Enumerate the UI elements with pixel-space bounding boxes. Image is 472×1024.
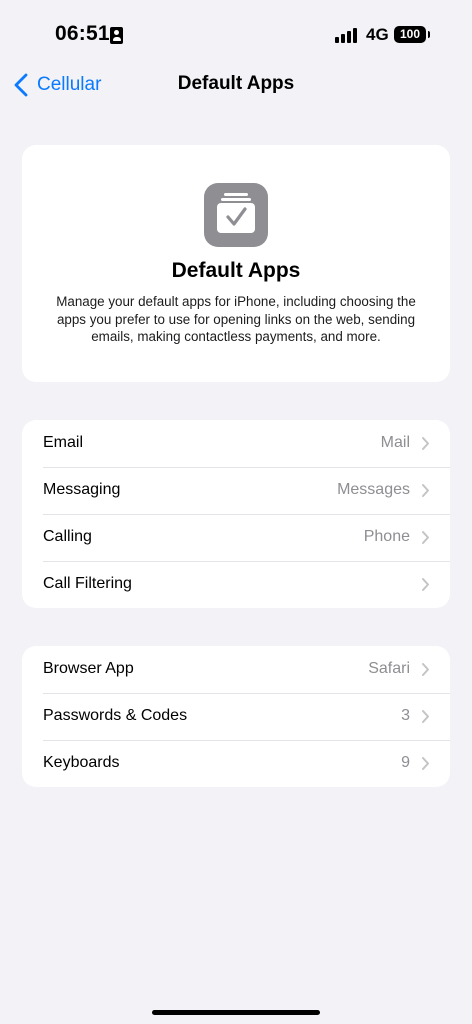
- row-label: Calling: [43, 528, 92, 545]
- communication-defaults-group: Email Mail Messaging Messages Calling Ph…: [22, 420, 450, 608]
- battery-icon: 100: [394, 26, 430, 43]
- card-title: Default Apps: [171, 259, 301, 282]
- focus-person-icon: [110, 27, 123, 44]
- row-call-filtering[interactable]: Call Filtering: [22, 561, 450, 608]
- screen: 06:51 4G 100 Cellular Default Apps Defau…: [0, 0, 472, 1024]
- default-apps-info-card: Default Apps Manage your default apps fo…: [22, 145, 450, 382]
- chevron-right-icon: [422, 437, 429, 450]
- other-defaults-group: Browser App Safari Passwords & Codes 3 K…: [22, 646, 450, 787]
- row-value: Messages: [337, 481, 410, 498]
- chevron-right-icon: [422, 757, 429, 770]
- row-label: Call Filtering: [43, 575, 132, 592]
- navigation-bar: Cellular Default Apps: [0, 64, 472, 108]
- row-email[interactable]: Email Mail: [22, 420, 450, 467]
- row-label: Browser App: [43, 660, 134, 677]
- cellular-signal-icon: [335, 28, 358, 43]
- row-browser-app[interactable]: Browser App Safari: [22, 646, 450, 693]
- home-indicator[interactable]: [152, 1010, 320, 1015]
- chevron-right-icon: [422, 484, 429, 497]
- row-value: Phone: [363, 528, 410, 545]
- row-value: Safari: [368, 660, 410, 677]
- card-description: Manage your default apps for iPhone, inc…: [56, 294, 416, 344]
- row-value: 9: [401, 754, 410, 771]
- status-time: 06:51: [55, 22, 110, 45]
- row-label: Passwords & Codes: [43, 707, 188, 724]
- row-value: Mail: [380, 434, 410, 451]
- network-type: 4G: [366, 25, 389, 44]
- row-label: Keyboards: [43, 754, 120, 771]
- chevron-right-icon: [422, 710, 429, 723]
- chevron-right-icon: [422, 578, 429, 591]
- row-value: 3: [401, 707, 410, 724]
- chevron-right-icon: [422, 531, 429, 544]
- checkmark-stack-icon: [204, 183, 268, 247]
- row-label: Email: [43, 434, 84, 451]
- row-label: Messaging: [43, 481, 121, 498]
- row-keyboards[interactable]: Keyboards 9: [22, 740, 450, 787]
- status-bar: 06:51 4G 100: [0, 0, 472, 70]
- page-title: Default Apps: [177, 73, 295, 94]
- row-passwords-codes[interactable]: Passwords & Codes 3: [22, 693, 450, 740]
- chevron-right-icon: [422, 663, 429, 676]
- row-calling[interactable]: Calling Phone: [22, 514, 450, 561]
- row-messaging[interactable]: Messaging Messages: [22, 467, 450, 514]
